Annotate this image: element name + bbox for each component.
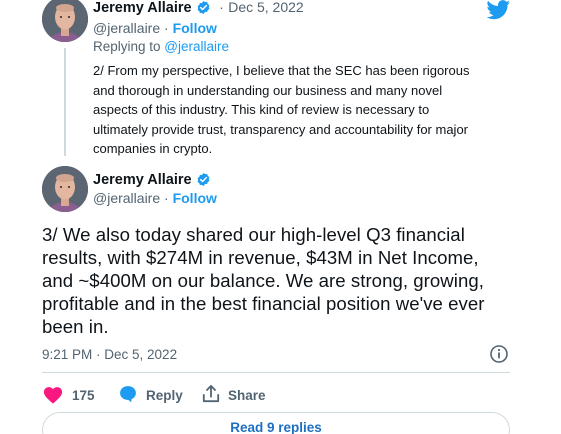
divider [42,372,510,373]
follow-button[interactable]: Follow [173,20,217,36]
author-name[interactable]: Jeremy Allaire [93,0,192,16]
reply-tweet-text: 2/ From my perspective, I believe that t… [93,63,470,156]
author-handle[interactable]: @jerallaire [93,20,160,36]
speech-bubble-icon [118,384,138,407]
thread-line [64,48,66,156]
share-button[interactable]: Share [202,384,266,407]
verified-badge-icon [196,172,211,192]
tweet-timestamp[interactable]: 9:21 PM · Dec 5, 2022 [42,347,177,362]
reply-label: Reply [146,388,183,403]
share-upload-icon [202,384,220,407]
tweet-date[interactable]: Dec 5, 2022 [228,0,304,15]
avatar[interactable] [42,0,88,42]
replying-to: Replying to @jerallaire [93,39,229,54]
like-count: 175 [72,388,95,403]
verified-badge-icon [196,0,211,20]
date-separator: · [219,0,224,15]
handle-row: @jerallaire · Follow [93,20,217,36]
main-author-row: Jeremy Allaire [93,171,211,192]
info-icon[interactable] [489,344,509,369]
read-replies-button[interactable]: Read 9 replies [42,412,510,434]
author-name[interactable]: Jeremy Allaire [93,172,192,188]
handle-row: @jerallaire · Follow [93,190,217,206]
share-label: Share [228,388,266,403]
follow-button[interactable]: Follow [173,190,217,206]
reply-button[interactable]: Reply [118,384,183,407]
main-tweet-text: 3/ We also today shared our high-level Q… [42,224,485,337]
reply-author-row: Jeremy Allaire · Dec 5, 2022 [93,0,304,20]
like-button[interactable]: 175 [42,384,95,407]
avatar[interactable] [42,166,88,212]
replying-prefix: Replying to [93,39,165,54]
twitter-bird-icon[interactable] [486,0,511,25]
replying-handle[interactable]: @jerallaire [164,39,229,54]
read-replies-label: Read 9 replies [230,420,322,434]
heart-icon [42,384,64,407]
author-handle[interactable]: @jerallaire [93,190,160,206]
